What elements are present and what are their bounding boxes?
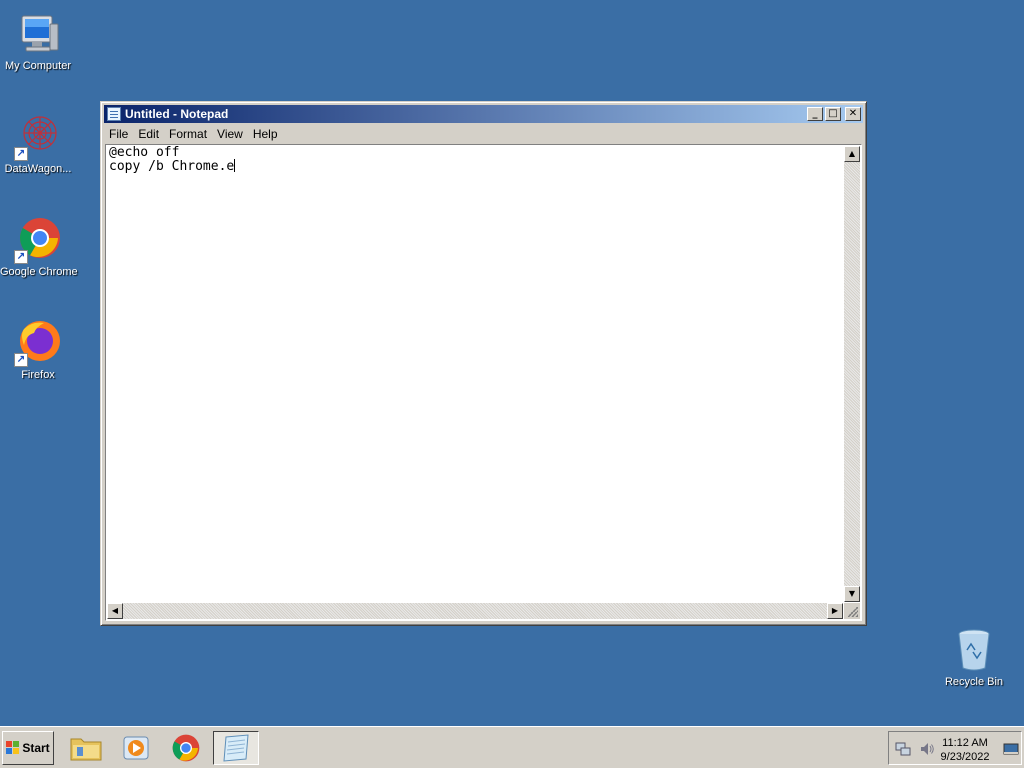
- shortcut-arrow-icon: ↗: [14, 250, 28, 264]
- taskbar-explorer-button[interactable]: [63, 731, 109, 765]
- recycle-bin-icon: [950, 626, 998, 674]
- clock-date: 9/23/2022: [940, 751, 990, 763]
- horizontal-scrollbar[interactable]: ◀ ▶: [107, 603, 843, 619]
- menu-file[interactable]: File: [104, 127, 133, 141]
- desktop-icon-label: DataWagon...: [4, 163, 72, 175]
- desktop-icon-my-computer[interactable]: My Computer: [0, 10, 76, 72]
- desktop-icon-firefox[interactable]: ↗ Firefox: [0, 319, 76, 381]
- text-line: @echo off: [109, 146, 180, 160]
- datawagon-icon: ↗: [14, 113, 62, 161]
- chrome-icon: ↗: [14, 216, 62, 264]
- menu-format[interactable]: Format: [164, 127, 212, 141]
- text-caret: [234, 159, 236, 172]
- clock[interactable]: 11:12 AM 9/23/2022: [935, 736, 995, 764]
- title-bar[interactable]: Untitled - Notepad _ □ ✕: [104, 105, 863, 123]
- taskbar: Start 11:12 AM 9/23/2022: [0, 726, 1024, 768]
- windows-logo-icon: [6, 741, 20, 755]
- taskbar-chrome-button[interactable]: [163, 731, 209, 765]
- menu-help[interactable]: Help: [248, 127, 283, 141]
- close-button[interactable]: ✕: [845, 107, 861, 121]
- minimize-button[interactable]: _: [807, 107, 823, 121]
- menu-view[interactable]: View: [212, 127, 248, 141]
- notepad-window[interactable]: Untitled - Notepad _ □ ✕ File Edit Forma…: [100, 101, 867, 626]
- start-label: Start: [22, 741, 50, 755]
- taskbar-notepad-button[interactable]: [213, 731, 259, 765]
- chrome-icon: [172, 734, 200, 762]
- menu-bar: File Edit Format View Help: [104, 124, 863, 143]
- desktop-icon-label: Google Chrome: [0, 266, 78, 278]
- shortcut-arrow-icon: ↗: [14, 353, 28, 367]
- folder-icon: [70, 738, 102, 761]
- text-line: copy /b Chrome.e: [109, 159, 235, 174]
- desktop-icon-label: Recycle Bin: [944, 676, 1004, 688]
- clock-time: 11:12 AM: [942, 737, 988, 749]
- desktop-icon-label: Firefox: [21, 369, 55, 381]
- scroll-up-button[interactable]: ▲: [844, 146, 860, 162]
- start-button[interactable]: Start: [2, 731, 54, 765]
- scroll-down-button[interactable]: ▼: [844, 586, 860, 602]
- vertical-scrollbar[interactable]: ▲ ▼: [844, 146, 860, 602]
- text-content[interactable]: @echo off copy /b Chrome.e: [107, 146, 843, 602]
- system-tray: 11:12 AM 9/23/2022: [888, 731, 1022, 765]
- media-player-icon: [123, 736, 149, 760]
- text-editor[interactable]: @echo off copy /b Chrome.e ▲ ▼ ◀ ▶: [105, 144, 862, 621]
- network-icon[interactable]: [895, 741, 911, 757]
- computer-icon: [14, 10, 62, 58]
- firefox-icon: ↗: [14, 319, 62, 367]
- scroll-left-button[interactable]: ◀: [107, 603, 123, 619]
- desktop-icon-datawagon[interactable]: ↗ DataWagon...: [0, 113, 76, 175]
- menu-edit[interactable]: Edit: [133, 127, 164, 141]
- show-desktop-icon[interactable]: [1003, 741, 1019, 757]
- scroll-right-button[interactable]: ▶: [827, 603, 843, 619]
- notepad-icon: [107, 107, 121, 121]
- desktop-icon-recycle-bin[interactable]: Recycle Bin: [936, 626, 1012, 688]
- notepad-icon: [223, 734, 249, 762]
- taskbar-media-player-button[interactable]: [113, 731, 159, 765]
- maximize-button[interactable]: □: [825, 107, 841, 121]
- volume-icon[interactable]: [919, 741, 935, 757]
- shortcut-arrow-icon: ↗: [14, 147, 28, 161]
- window-title: Untitled - Notepad: [125, 107, 229, 121]
- desktop-icon-google-chrome[interactable]: ↗ Google Chrome: [0, 216, 78, 278]
- resize-grip[interactable]: [844, 603, 860, 619]
- desktop-icon-label: My Computer: [4, 60, 72, 72]
